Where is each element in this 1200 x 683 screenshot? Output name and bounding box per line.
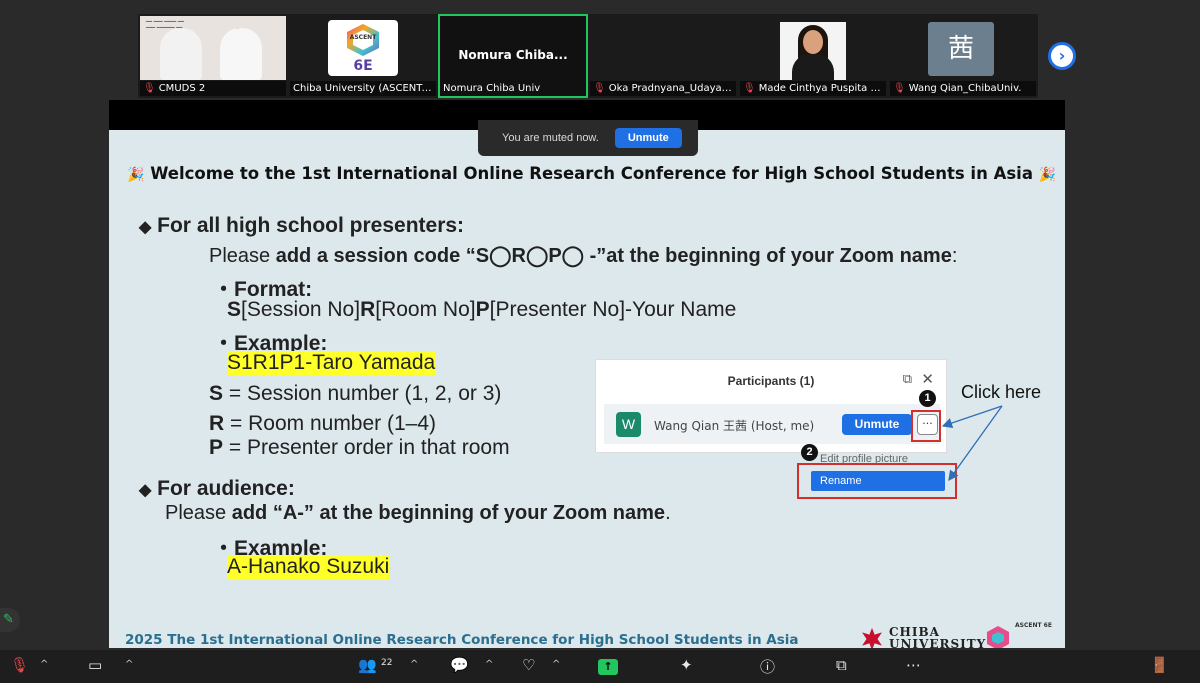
next-page-icon[interactable]: ›	[1048, 42, 1076, 70]
participant-name: 🎙 Wang Qian_ChibaUniv.	[890, 81, 1036, 96]
share-screen-icon[interactable]: ↑	[598, 659, 618, 675]
participant-name: Nomura Chiba Univ	[443, 83, 541, 94]
zoom-meeting-window: ━━ ━━━ ━━━━ ━━ ━━━ ━━━━━━ ━━ 🎙 CMUDS 2 ASC…	[0, 0, 1200, 683]
participant-name: 🎙 Made Cinthya Puspita S...	[740, 81, 886, 96]
leave-icon[interactable]: 🚪	[1150, 656, 1169, 674]
video-tile[interactable]: 🎙 Made Cinthya Puspita S...	[738, 14, 888, 98]
reactions-chevron-icon[interactable]: ^	[552, 659, 560, 670]
mic-muted-icon: 🎙	[893, 83, 906, 94]
more-icon[interactable]: ⋯	[906, 656, 921, 674]
reactions-icon[interactable]: ♡	[522, 656, 535, 674]
speaker-display-name: Nomura Chiba...	[458, 48, 568, 62]
participant-video: ━━ ━━━ ━━━━ ━━ ━━━ ━━━━━━ ━━	[140, 16, 286, 80]
video-options-chevron-icon[interactable]: ^	[125, 659, 133, 670]
apps-icon[interactable]: ⧉	[836, 656, 847, 674]
participant-name: 🎙 Oka Pradnyana_Udayan...	[590, 81, 736, 96]
info-icon[interactable]: ⓘ	[760, 656, 775, 677]
participants-icon[interactable]: 👥	[358, 656, 377, 674]
mic-muted-icon: 🎙	[143, 83, 156, 94]
annotate-pencil-icon[interactable]: ✎	[0, 608, 20, 632]
chat-chevron-icon[interactable]: ^	[485, 659, 493, 670]
participant-count: 22	[381, 658, 393, 668]
video-tile[interactable]: 茜 🎙 Wang Qian_ChibaUniv.	[888, 14, 1038, 98]
audio-options-chevron-icon[interactable]: ^	[40, 659, 48, 670]
callout-arrows	[941, 405, 1003, 482]
chat-icon[interactable]: 💬	[450, 656, 469, 674]
participants-chevron-icon[interactable]: ^	[410, 659, 418, 670]
ascent-6e-logo: ASCENT 6E	[328, 20, 398, 76]
muted-notification: You are muted now. Unmute	[478, 120, 698, 156]
video-tile[interactable]: ASCENT 6E Chiba University (ASCENT-6...	[288, 14, 438, 98]
shared-slide: 🎉 Welcome to the 1st International Onlin…	[109, 130, 1065, 648]
slide-footer: 2025 The 1st International Online Resear…	[125, 632, 799, 648]
video-tile[interactable]: ━━ ━━━ ━━━━ ━━ ━━━ ━━━━━━ ━━ 🎙 CMUDS 2	[138, 14, 288, 98]
active-speaker-tile[interactable]: Nomura Chiba... Nomura Chiba Univ	[438, 14, 588, 98]
participant-name: Chiba University (ASCENT-6...	[290, 81, 436, 96]
mic-muted-icon: 🎙	[593, 83, 606, 94]
video-gallery-strip: ━━ ━━━ ━━━━ ━━ ━━━ ━━━━━━ ━━ 🎙 CMUDS 2 ASC…	[138, 14, 1038, 98]
video-camera-icon[interactable]: ▭	[88, 656, 102, 674]
unmute-button[interactable]: Unmute	[614, 128, 682, 148]
meeting-toolbar: 🎙 ^ ▭ ^ 👥 22 ^ 💬 ^ ♡ ^ ↑ ✦ ⓘ ⧉ ⋯ 🚪	[0, 650, 1200, 683]
muted-notification-text: You are muted now.	[502, 132, 599, 144]
ai-companion-icon[interactable]: ✦	[680, 656, 693, 674]
mic-muted-icon[interactable]: 🎙	[10, 656, 29, 674]
video-tile[interactable]: 🎙 Oka Pradnyana_Udayan...	[588, 14, 738, 98]
participant-name: 🎙 CMUDS 2	[140, 81, 286, 96]
mic-muted-icon: 🎙	[743, 83, 756, 94]
participant-photo	[780, 22, 846, 80]
ascent-6e-logo: ASCENT 6E	[985, 622, 1052, 648]
participant-avatar: 茜	[928, 22, 994, 76]
